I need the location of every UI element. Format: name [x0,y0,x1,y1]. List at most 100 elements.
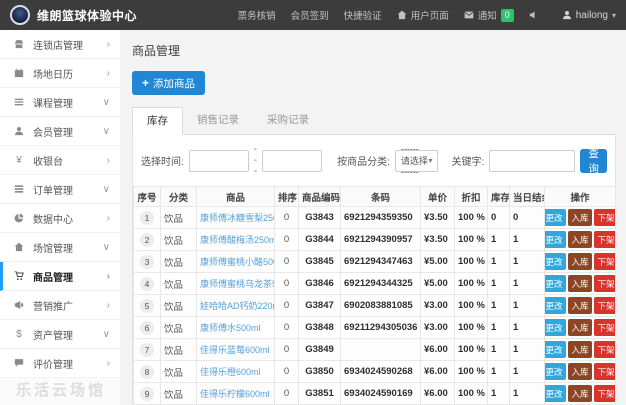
row-actions: 更改入库下架 [548,275,612,292]
update-button[interactable]: 更改 [545,231,567,248]
discount-value: 100 % [458,344,485,355]
nav-link-user-page[interactable]: 用户页面 [397,8,449,22]
sidebar-item-orders[interactable]: 订单管理∨ [0,175,120,204]
stock-in-button[interactable]: 入库 [568,253,592,270]
sidebar-item-venue[interactable]: 场馆管理∨ [0,233,120,262]
cell-product: 康师傅冰糖雪梨250ml [197,207,275,229]
stock-in-button[interactable]: 入库 [568,319,592,336]
chevron-down-icon: ▾ [428,156,432,165]
cell-product: 佳得乐柠檬600ml [197,383,275,405]
product-link[interactable]: 佳得乐柠檬600ml [200,389,270,399]
sidebar-item-course[interactable]: 课程管理∨ [0,88,120,117]
time-to-input[interactable] [262,150,322,172]
keyword-label: 关键字: [451,153,484,168]
off-shelf-button[interactable]: 下架 [594,319,615,336]
off-shelf-button[interactable]: 下架 [594,297,615,314]
chevron-down-icon: ∨ [103,126,110,137]
cell-price: ¥5.00 [421,251,455,273]
update-button[interactable]: 更改 [545,275,567,292]
table-row: 8饮品佳得乐橙600ml0G38506934024590268¥6.00100 … [134,361,616,383]
cell-sort: 0 [275,207,299,229]
product-code: G3848 [305,322,334,333]
sidebar-item-review[interactable]: 评价管理› [0,349,120,378]
sidebar-item-member[interactable]: 会员管理∨ [0,117,120,146]
off-shelf-button[interactable]: 下架 [594,231,615,248]
mute-toggle[interactable] [529,10,539,20]
sidebar-item-data-center[interactable]: 数据中心› [0,204,120,233]
price-value: ¥3.50 [424,212,448,223]
off-shelf-button[interactable]: 下架 [594,275,615,292]
sidebar-item-goods[interactable]: 商品管理› [0,262,120,291]
product-code: G3846 [305,278,334,289]
category-select[interactable]: ------ 请选择 ------ ▾ [395,150,439,172]
cell-barcode: 6934024590169 [341,383,421,405]
cell-balance: 1 [510,361,545,383]
product-link[interactable]: 康师傅水500ml [200,323,261,333]
chevron-down-icon: ∨ [103,97,110,108]
update-button[interactable]: 更改 [545,297,567,314]
sidebar-item-venue-calendar[interactable]: 场地日历› [0,59,120,88]
keyword-input[interactable] [489,150,575,172]
nav-link-ticket-verification[interactable]: 票务核销 [238,8,276,22]
stock-in-button[interactable]: 入库 [568,363,592,380]
off-shelf-button[interactable]: 下架 [594,253,615,270]
stock-in-button[interactable]: 入库 [568,231,592,248]
update-button[interactable]: 更改 [545,363,567,380]
category-value: 饮品 [164,236,183,247]
off-shelf-button[interactable]: 下架 [594,385,615,402]
sidebar-item-asset[interactable]: $资产管理∨ [0,320,120,349]
update-button[interactable]: 更改 [545,341,567,358]
update-button[interactable]: 更改 [545,209,567,226]
sidebar-item-marketing[interactable]: 营销推广› [0,291,120,320]
product-link[interactable]: 佳得乐橙600ml [200,367,261,377]
product-link[interactable]: 康师傅蜜桃乌龙茶500ml [200,279,275,289]
search-button[interactable]: 查询 [580,149,607,173]
cell-stock: 1 [488,295,510,317]
nav-link-member-checkin[interactable]: 会员签到 [291,8,329,22]
product-link[interactable]: 康师傅蜜桃小酪500ml [200,257,275,267]
product-link[interactable]: 康师傅酸梅汤250ml [200,235,275,245]
cell-sort: 0 [275,295,299,317]
stock-value: 1 [491,388,496,399]
cell-actions: 更改入库下架 [545,295,616,317]
chevron-right-icon: › [107,155,110,166]
sidebar-item-cashier[interactable]: ¥收银台› [0,146,120,175]
product-code: G3845 [305,256,334,267]
cell-stock: 0 [488,207,510,229]
stock-in-button[interactable]: 入库 [568,209,592,226]
time-from-input[interactable] [189,150,249,172]
stock-in-button[interactable]: 入库 [568,297,592,314]
update-button[interactable]: 更改 [545,385,567,402]
tab-purchase-record[interactable]: 采购记录 [253,107,323,135]
user-menu[interactable]: hailong▾ [562,10,616,21]
tab-inventory[interactable]: 库存 [132,107,183,135]
time-separator: --- [254,144,257,177]
product-code: G3844 [305,234,334,245]
chevron-right-icon: › [107,271,110,282]
stock-in-button[interactable]: 入库 [568,341,592,358]
nav-link-quick-verify[interactable]: 快捷验证 [344,8,382,22]
product-link[interactable]: 康师傅冰糖雪梨250ml [200,213,275,223]
sidebar-item-label: 营销推广 [33,298,73,313]
update-button[interactable]: 更改 [545,253,567,270]
brand[interactable]: 维朗篮球体验中心 [10,5,137,25]
nav-link-notifications[interactable]: 通知0 [464,8,514,22]
cell-balance: 1 [510,339,545,361]
update-button[interactable]: 更改 [545,319,567,336]
column-header: 分类 [161,187,197,207]
product-link[interactable]: 娃哈哈AD钙奶220ml [200,301,275,311]
sidebar-item-chain-store[interactable]: 连锁店管理› [0,30,120,59]
balance-value: 1 [513,300,518,311]
cell-price: ¥6.00 [421,383,455,405]
tab-sales-record[interactable]: 销售记录 [183,107,253,135]
discount-value: 100 % [458,278,485,289]
stock-in-button[interactable]: 入库 [568,275,592,292]
off-shelf-button[interactable]: 下架 [594,341,615,358]
cell-stock: 1 [488,317,510,339]
off-shelf-button[interactable]: 下架 [594,363,615,380]
stock-in-button[interactable]: 入库 [568,385,592,402]
product-link[interactable]: 佳得乐蓝莓600ml [200,345,270,355]
add-product-button[interactable]: + 添加商品 [132,71,205,95]
off-shelf-button[interactable]: 下架 [594,209,615,226]
cell-actions: 更改入库下架 [545,383,616,405]
